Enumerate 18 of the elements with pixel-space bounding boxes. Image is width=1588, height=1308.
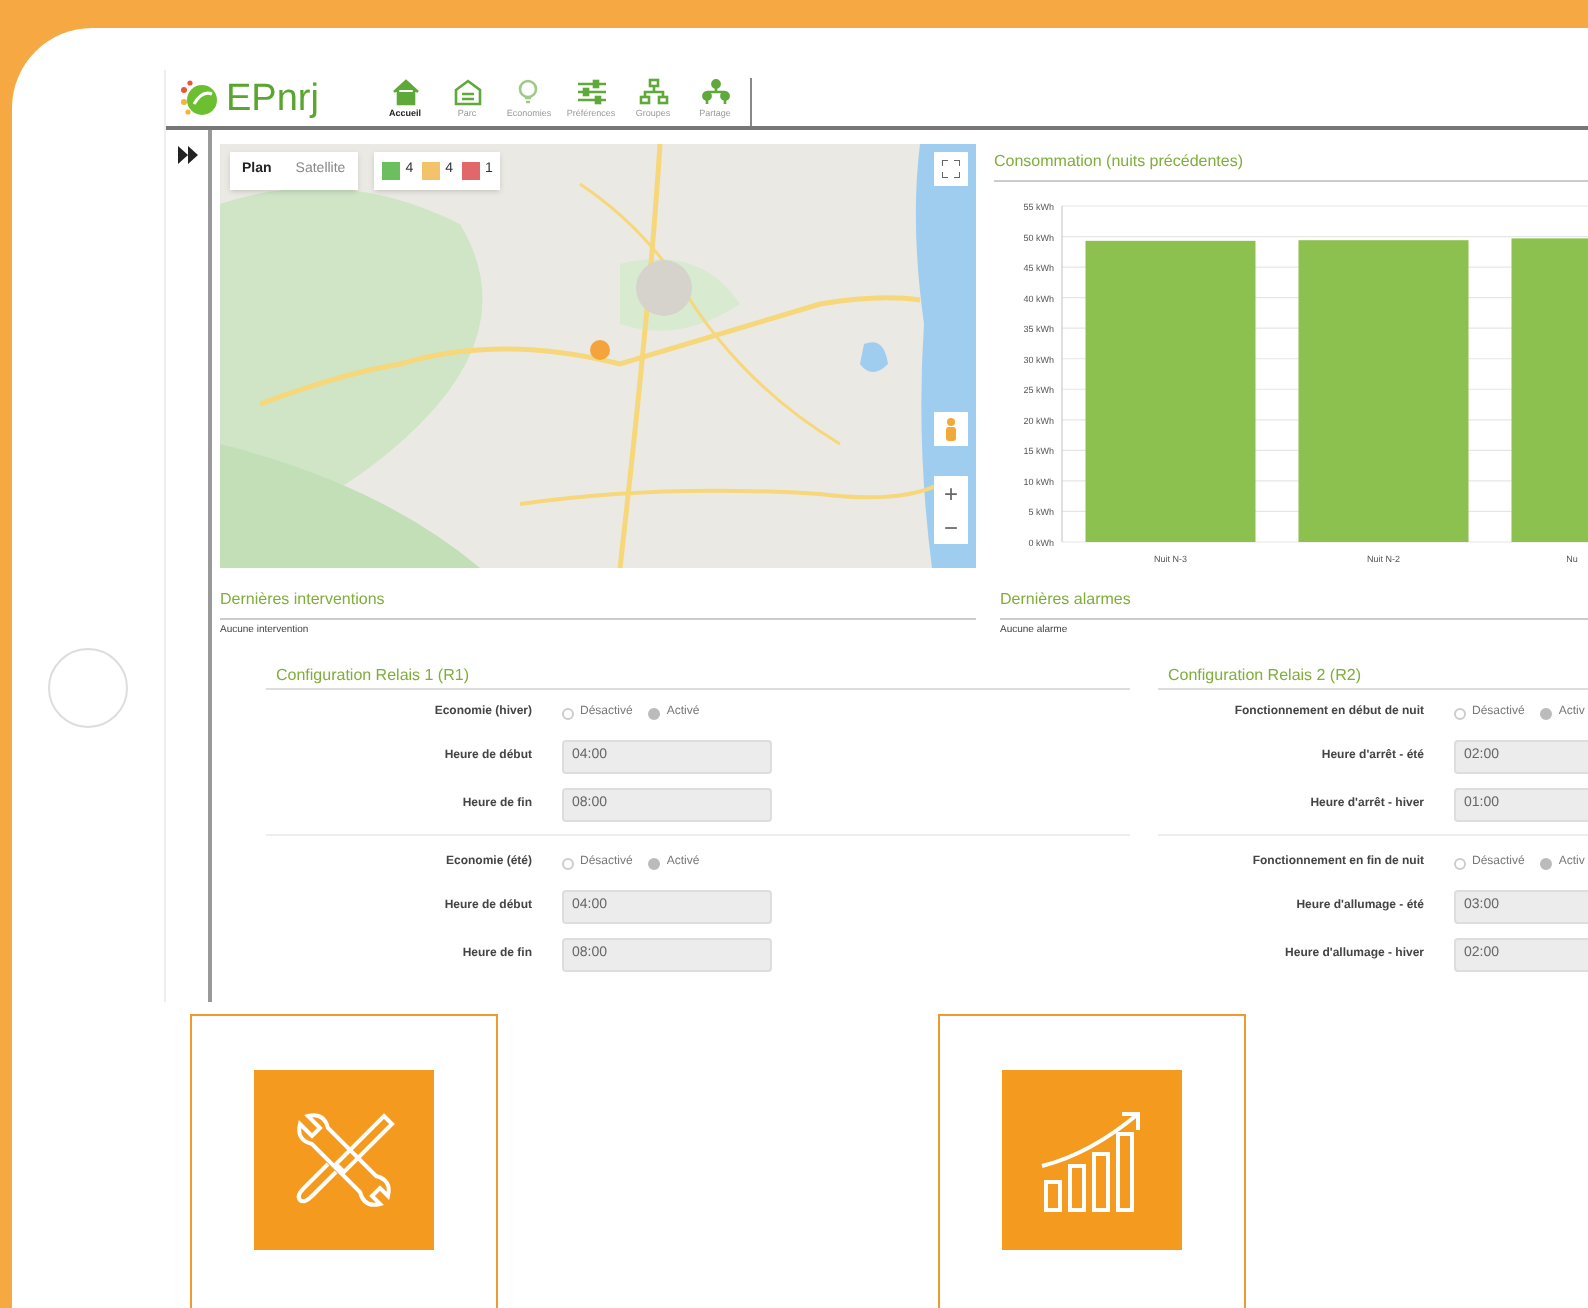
home-icon	[389, 78, 421, 107]
expand-sidebar-icon[interactable]	[178, 146, 198, 164]
building-icon	[451, 78, 483, 107]
logo-text: EPnrj	[226, 79, 319, 117]
zoom-out-button[interactable]: −	[934, 510, 968, 544]
hierarchy-icon	[637, 78, 669, 107]
logo-icon	[178, 78, 222, 118]
fullscreen-button[interactable]	[934, 152, 968, 186]
panel-title: Consommation (nuits précédentes)	[994, 150, 1246, 174]
people-icon	[699, 78, 731, 107]
fullscreen-icon	[942, 160, 960, 178]
section-title: Configuration Relais 1 (R1)	[274, 663, 471, 687]
panel-title: Dernières interventions	[220, 588, 387, 612]
panel-title: Dernières alarmes	[1000, 588, 1133, 612]
zoom-in-button[interactable]: +	[934, 476, 968, 510]
section-title: Configuration Relais 2 (R2)	[1166, 663, 1363, 687]
sliders-icon	[575, 78, 607, 107]
person-icon	[944, 417, 958, 441]
